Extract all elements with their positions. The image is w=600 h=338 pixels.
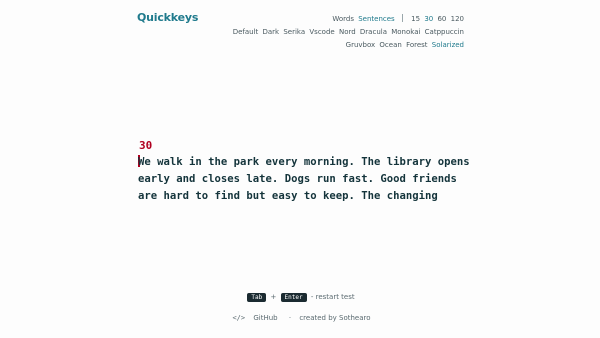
credit-link[interactable]: created by Sothearo — [299, 314, 370, 322]
theme-monokai[interactable]: Monokai — [391, 28, 420, 36]
mode-words[interactable]: Words — [332, 15, 354, 23]
plus-sign: + — [270, 293, 277, 301]
restart-hint: Tab + Enter - restart test — [0, 293, 600, 302]
timer-counter: 30 — [139, 139, 153, 152]
text-line: We walk in the park every morning. The l… — [138, 155, 470, 168]
text-line: early and closes late. Dogs run fast. Go… — [138, 172, 457, 185]
separator-dot: · — [288, 314, 292, 322]
duration-120[interactable]: 120 — [451, 15, 464, 23]
theme-catppuccin[interactable]: Catppuccin — [425, 28, 464, 36]
theme-forest[interactable]: Forest — [406, 41, 427, 49]
theme-vscode[interactable]: Vscode — [309, 28, 334, 36]
tab-key: Tab — [247, 293, 267, 302]
mode-sentences[interactable]: Sentences — [358, 15, 394, 23]
theme-dark[interactable]: Dark — [263, 28, 280, 36]
divider — [401, 14, 403, 22]
duration-60[interactable]: 60 — [437, 15, 446, 23]
code-icon: </> — [232, 314, 246, 322]
theme-ocean[interactable]: Ocean — [379, 41, 401, 49]
theme-gruvbox[interactable]: Gruvbox — [346, 41, 376, 49]
theme-serika[interactable]: Serika — [283, 28, 305, 36]
header: Quickkeys Words Sentences 15 30 60 120 D… — [137, 11, 464, 51]
settings-menu: Words Sentences 15 30 60 120 Default Dar… — [231, 13, 464, 52]
themes-row-1: Default Dark Serika Vscode Nord Dracula … — [231, 26, 464, 39]
github-link[interactable]: </> GitHub — [229, 314, 280, 322]
theme-nord[interactable]: Nord — [339, 28, 356, 36]
mode-duration-row: Words Sentences 15 30 60 120 — [231, 13, 464, 26]
enter-key: Enter — [280, 293, 307, 302]
restart-label: restart test — [315, 293, 355, 301]
duration-15[interactable]: 15 — [411, 15, 420, 23]
typing-text[interactable]: We walk in the park every morning. The l… — [138, 154, 470, 204]
duration-30[interactable]: 30 — [424, 15, 433, 23]
app-logo[interactable]: Quickkeys — [137, 11, 198, 24]
theme-solarized[interactable]: Solarized — [432, 41, 464, 49]
theme-dracula[interactable]: Dracula — [360, 28, 387, 36]
dash: - — [310, 293, 314, 301]
footer-links: </> GitHub · created by Sothearo — [0, 314, 600, 322]
github-label: GitHub — [253, 314, 278, 322]
themes-row-2: Gruvbox Ocean Forest Solarized — [231, 39, 464, 52]
theme-default[interactable]: Default — [233, 28, 259, 36]
text-line: are hard to find but easy to keep. The c… — [138, 189, 438, 202]
